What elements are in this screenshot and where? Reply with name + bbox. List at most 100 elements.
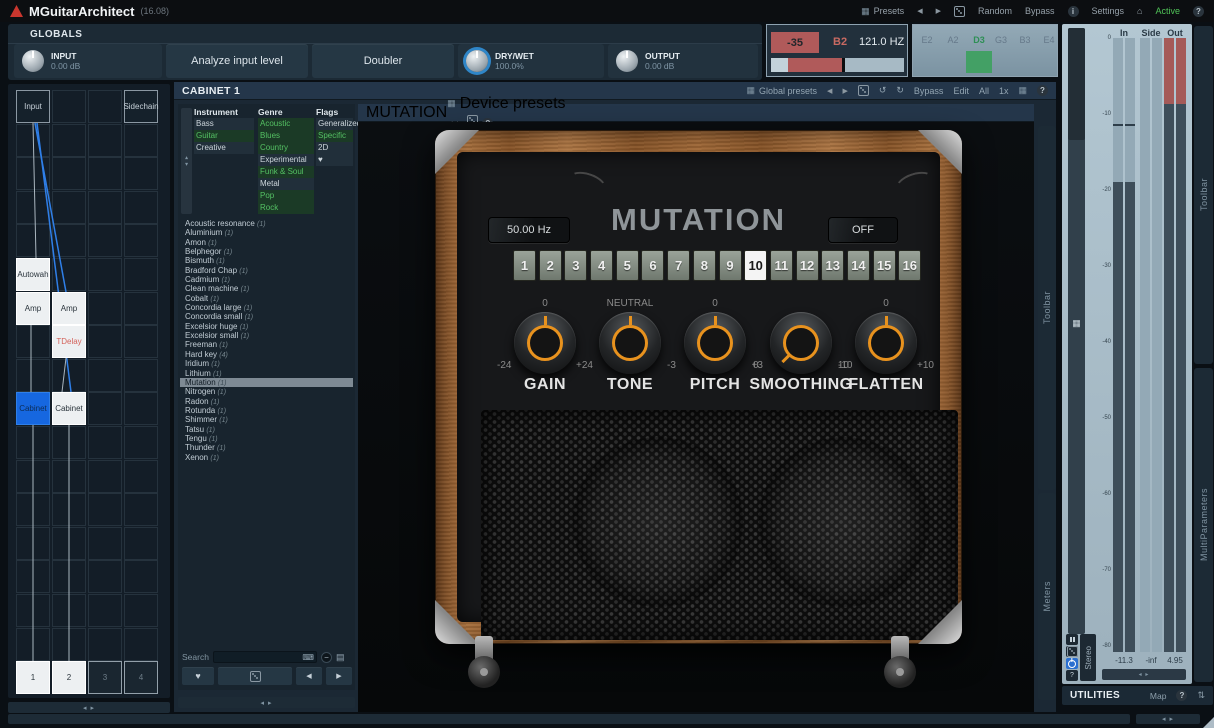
knob-gain[interactable]: 0-24+24GAIN — [503, 298, 587, 398]
step-button-3[interactable]: 3 — [564, 250, 587, 281]
help-icon[interactable]: ? — [1193, 6, 1204, 17]
preset-item[interactable]: Clean machine (1) — [180, 284, 353, 293]
mode-display[interactable]: OFF — [828, 217, 898, 243]
preset-item[interactable]: Iridium (1) — [180, 359, 353, 368]
preset-item[interactable]: Lithium (1) — [180, 369, 353, 378]
guitar-tuner-display[interactable]: E2A2D3G3B3E4 — [912, 24, 1058, 77]
settings-button[interactable]: Settings — [1092, 6, 1125, 16]
preset-item[interactable]: Radon (1) — [180, 397, 353, 406]
filter-item[interactable]: 2D — [316, 142, 353, 154]
step-button-4[interactable]: 4 — [590, 250, 613, 281]
favorite-button[interactable]: ♥ — [182, 667, 214, 685]
filter-item[interactable]: Bass — [194, 118, 254, 130]
filter-vscrollbar[interactable]: ◂ ▸ — [181, 108, 192, 214]
step-button-1[interactable]: 1 — [513, 250, 536, 281]
patch-grid-panel[interactable]: InputSidechainAutowahAmpAmpTDelayCabinet… — [8, 84, 170, 698]
prev-preset-button[interactable]: ◀ — [917, 7, 922, 15]
collapse-expand-icon[interactable]: ⇅ — [1197, 690, 1205, 701]
presets-menu[interactable]: ▦Presets — [861, 6, 904, 17]
filter-item[interactable]: Rock — [258, 202, 314, 214]
multiparameters-tab[interactable]: MultiParameters — [1194, 368, 1213, 682]
preset-item[interactable]: Nitrogen (1) — [180, 387, 353, 396]
global-presets-menu[interactable]: ▦Global presets — [747, 85, 818, 96]
patch-hscrollbar[interactable]: ◂ ▸ — [8, 702, 170, 713]
preset-item[interactable]: Shimmer (1) — [180, 415, 353, 424]
cabinet-bypass-button[interactable]: Bypass — [914, 86, 944, 96]
step-button-2[interactable]: 2 — [539, 250, 562, 281]
random-preset-button[interactable] — [218, 667, 292, 685]
patch-node-cabinet1[interactable]: Cabinet — [16, 392, 50, 425]
filter-item[interactable]: ♥ — [316, 154, 353, 166]
preset-item[interactable]: Thunder (1) — [180, 443, 353, 452]
step-button-14[interactable]: 14 — [847, 250, 870, 281]
filter-item[interactable]: Funk & Soul — [258, 166, 314, 178]
output-knob[interactable] — [616, 50, 638, 72]
filter-item[interactable]: Blues — [258, 130, 314, 142]
step-button-11[interactable]: 11 — [770, 250, 793, 281]
home-icon[interactable]: ⌂ — [1137, 6, 1142, 16]
preset-item[interactable]: Cadmium (1) — [180, 275, 353, 284]
preset-item[interactable]: Freeman (1) — [180, 340, 353, 349]
step-button-12[interactable]: 12 — [796, 250, 819, 281]
resize-handle[interactable] — [1203, 717, 1214, 728]
help-icon[interactable]: ? — [1176, 690, 1187, 701]
patch-node-autowah[interactable]: Autowah — [16, 258, 50, 291]
search-input[interactable]: ⌨ — [213, 651, 317, 663]
meter-zoom-handle[interactable] — [1068, 28, 1085, 140]
step-button-15[interactable]: 15 — [873, 250, 896, 281]
preset-item[interactable]: Excelsior small (1) — [180, 331, 353, 340]
patch-node-tdelay[interactable]: TDelay — [52, 325, 86, 358]
preset-item[interactable]: Bradford Chap (1) — [180, 266, 353, 275]
cabinet-1x-button[interactable]: 1x — [999, 86, 1009, 96]
step-button-9[interactable]: 9 — [719, 250, 742, 281]
window-hscrollbar[interactable] — [8, 714, 1130, 724]
cabinet-edit-button[interactable]: Edit — [953, 86, 969, 96]
analyze-input-button[interactable]: Analyze input level — [166, 44, 308, 78]
prev-global-preset-button[interactable]: ◀ — [827, 87, 832, 95]
patch-node-cabinet2[interactable]: Cabinet — [52, 392, 86, 425]
filter-item[interactable]: Guitar — [194, 130, 254, 142]
clear-search-icon[interactable]: − — [321, 652, 332, 663]
bypass-button[interactable]: Bypass — [1025, 6, 1055, 16]
window-hscrollbar-right[interactable]: ◂ ▸ — [1136, 714, 1200, 724]
meter-hscrollbar[interactable]: ◂ ▸ — [1102, 669, 1186, 680]
next-preset-button[interactable]: ▶ — [936, 7, 941, 15]
right-toolbar-tab[interactable]: Toolbar — [1194, 26, 1213, 364]
randomize-meters-button[interactable] — [1066, 646, 1078, 657]
step-button-6[interactable]: 6 — [641, 250, 664, 281]
patch-node-slot1[interactable]: 1 — [16, 661, 50, 694]
preset-item[interactable]: Concordia small (1) — [180, 312, 353, 321]
power-button[interactable] — [1066, 658, 1078, 669]
patch-node-amp1[interactable]: Amp — [16, 292, 50, 325]
filter-item[interactable]: Generalized — [316, 118, 353, 130]
knob-smoothing[interactable]: 010SMOOTHING — [759, 298, 843, 398]
preset-item[interactable]: Cobalt (1) — [180, 294, 353, 303]
preset-item[interactable]: Amon (1) — [180, 238, 353, 247]
map-label[interactable]: Map — [1150, 691, 1167, 701]
knob-body[interactable] — [684, 312, 746, 374]
preset-item[interactable]: Rotunda (1) — [180, 406, 353, 415]
preset-item[interactable]: Tengu (1) — [180, 434, 353, 443]
list-view-icon[interactable]: ▤ — [336, 652, 345, 663]
step-button-10[interactable]: 10 — [744, 250, 767, 281]
preset-item[interactable]: Aluminium (1) — [180, 228, 353, 237]
step-button-5[interactable]: 5 — [616, 250, 639, 281]
doubler-button[interactable]: Doubler — [312, 44, 454, 78]
prev-item-button[interactable]: ◀ — [296, 667, 322, 685]
patch-node-sidechain[interactable]: Sidechain — [124, 90, 158, 123]
preset-item[interactable]: Hard key (4) — [180, 350, 353, 359]
preset-item[interactable]: Mutation (1) — [180, 378, 353, 387]
toolbar-collapsed-tab[interactable]: Toolbar — [1038, 126, 1056, 490]
filter-item[interactable]: Acoustic — [258, 118, 314, 130]
filter-item[interactable]: Experimental — [258, 154, 314, 166]
filter-item[interactable]: Specific — [316, 130, 353, 142]
knob-pitch[interactable]: 0-3+3PITCH — [673, 298, 757, 398]
preset-item[interactable]: Xenon (1) — [180, 453, 353, 462]
patch-node-slot2[interactable]: 2 — [52, 661, 86, 694]
knob-tone[interactable]: NEUTRALTONE — [588, 298, 672, 398]
channels-grid-icon[interactable]: ▦ — [1018, 85, 1027, 96]
knob-body[interactable] — [770, 312, 832, 374]
filter-item[interactable]: Metal — [258, 178, 314, 190]
knob-body[interactable] — [514, 312, 576, 374]
preset-item[interactable]: Tatsu (1) — [180, 425, 353, 434]
